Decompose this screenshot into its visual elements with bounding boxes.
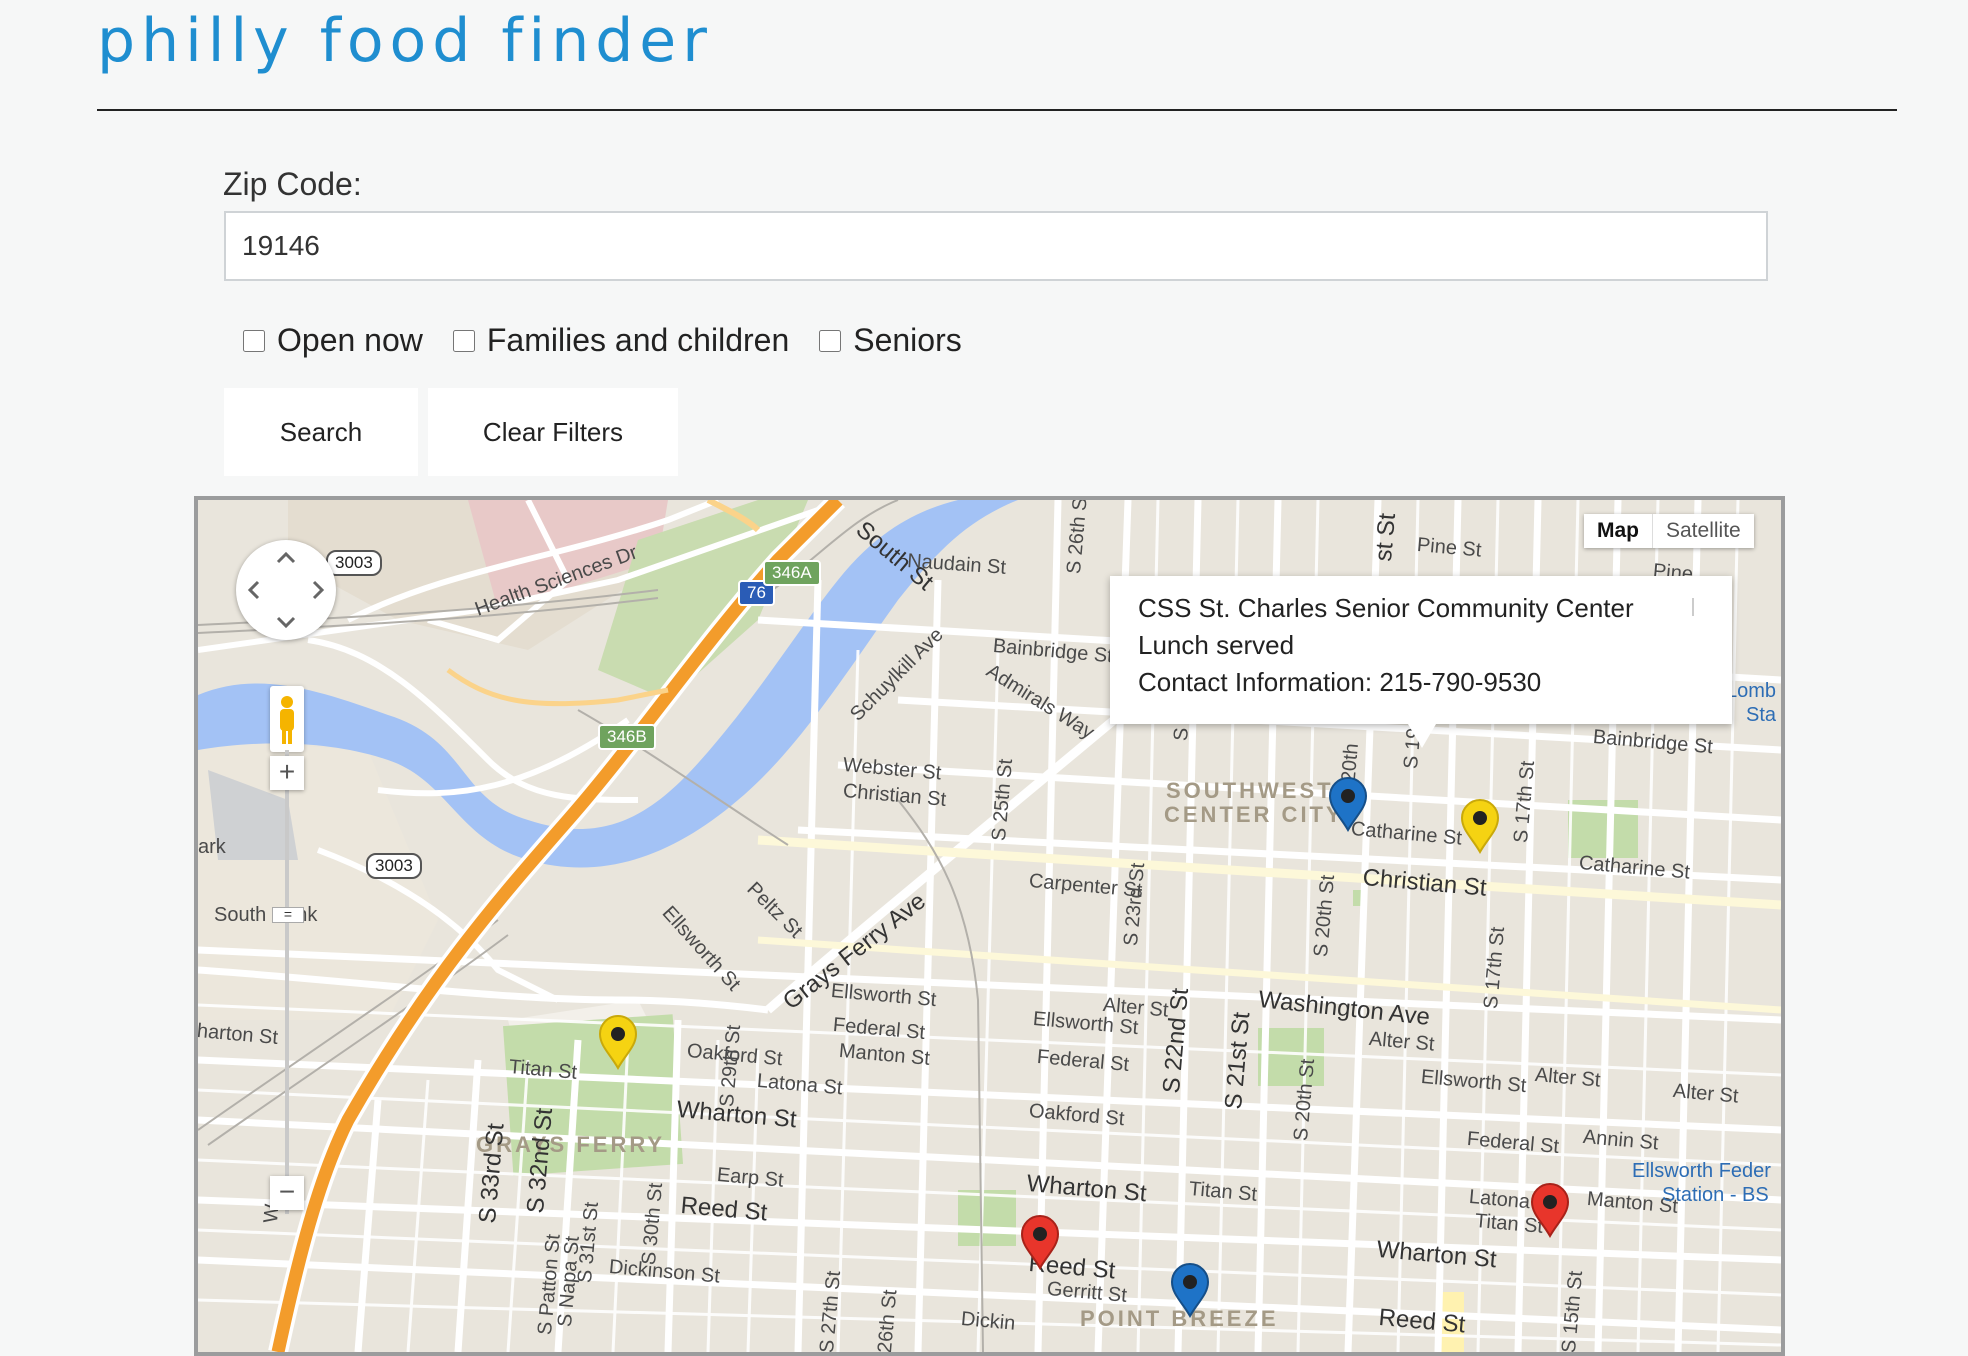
open-now-checkbox[interactable] — [243, 329, 265, 352]
open-now-label: Open now — [277, 322, 423, 358]
street-label: st St — [1370, 512, 1402, 563]
pan-arrows-icon — [247, 551, 325, 629]
place-label: Sta — [1746, 704, 1777, 726]
transit-label: Ellsworth Feder — [1632, 1160, 1771, 1182]
zoom-out-button[interactable]: − — [270, 1176, 304, 1210]
map-marker-blue[interactable] — [1168, 1262, 1212, 1318]
map-marker-red[interactable] — [1018, 1214, 1062, 1270]
clear-filters-button[interactable]: Clear Filters — [428, 388, 678, 476]
seniors-label: Seniors — [853, 322, 962, 358]
map-marker-yellow[interactable] — [1458, 798, 1502, 854]
zoom-slider-handle[interactable]: = — [272, 907, 304, 923]
filter-group: Open now Families and children Seniors — [243, 322, 992, 359]
route-3003-shield: 3003 — [366, 853, 422, 879]
district-center-city: CENTER CITY — [1164, 802, 1344, 827]
info-contact: Contact Information: 215-790-9530 — [1138, 667, 1542, 697]
title-divider — [97, 109, 1897, 111]
app-title: philly food finder — [97, 6, 713, 76]
zoom-in-button[interactable]: + — [270, 756, 304, 790]
zip-code-label: Zip Code: — [223, 166, 362, 202]
info-service: Lunch served — [1138, 630, 1295, 660]
transit-label: Station - BS — [1662, 1184, 1769, 1206]
filter-seniors[interactable]: Seniors — [819, 322, 962, 359]
street-label: Dickin — [960, 1308, 1017, 1335]
exit-346a-sign: 346A — [763, 560, 821, 586]
seniors-checkbox[interactable] — [819, 329, 842, 352]
map-type-satellite-button[interactable]: Satellite — [1653, 514, 1754, 548]
street-view-pegman[interactable] — [270, 686, 304, 752]
map-type-toggle: Map Satellite — [1584, 514, 1754, 548]
place-label: Lomb — [1726, 680, 1777, 702]
info-location-name: CSS St. Charles Senior Community Center — [1138, 593, 1634, 623]
map-type-map-button[interactable]: Map — [1584, 514, 1653, 548]
info-window-pointer — [1408, 724, 1436, 748]
map-marker-yellow[interactable] — [596, 1014, 640, 1070]
families-label: Families and children — [486, 322, 790, 358]
exit-346b-sign: 346B — [598, 724, 656, 750]
place-label: ark — [198, 836, 226, 858]
pegman-icon — [280, 696, 294, 744]
map-marker-blue[interactable] — [1326, 776, 1370, 832]
zoom-slider-track[interactable] — [285, 750, 289, 1214]
info-window: CSS St. Charles Senior Community Center … — [1110, 576, 1732, 748]
filter-families[interactable]: Families and children — [452, 322, 790, 359]
district-southwest: SOUTHWEST — [1166, 778, 1334, 803]
search-button[interactable]: Search — [224, 388, 418, 476]
zip-code-input[interactable] — [224, 211, 1768, 281]
close-icon[interactable] — [1692, 598, 1694, 616]
pan-control[interactable] — [236, 540, 336, 640]
filter-open-now[interactable]: Open now — [243, 322, 423, 359]
families-checkbox[interactable] — [452, 329, 475, 352]
map[interactable]: SOUTHWEST CENTER CITY GRAYS FERRY POINT … — [194, 496, 1785, 1356]
map-marker-red[interactable] — [1528, 1182, 1572, 1238]
